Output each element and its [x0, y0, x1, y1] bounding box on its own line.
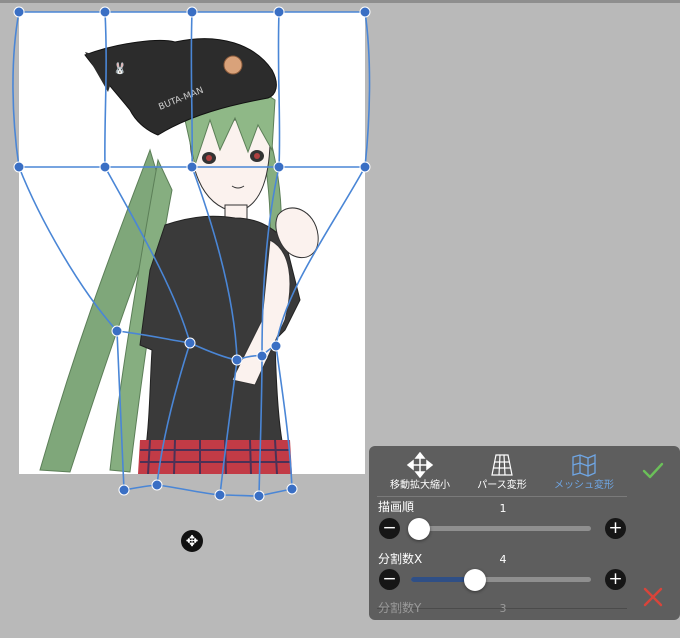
- divisions-x-increment-button[interactable]: +: [605, 569, 626, 590]
- tool-mesh[interactable]: メッシュ変形: [541, 452, 627, 496]
- tool-move-scale-label: 移動拡大縮小: [390, 480, 450, 491]
- confirm-button[interactable]: [640, 458, 666, 484]
- move-handle[interactable]: ✥: [181, 530, 203, 552]
- divisions-x-slider-track[interactable]: [411, 577, 591, 582]
- tool-perspective-label: パース変形: [477, 480, 527, 491]
- move-icon: ✥: [185, 532, 199, 550]
- mesh-map-icon: [572, 454, 596, 477]
- move-icon: [406, 452, 434, 478]
- cancel-button[interactable]: [640, 584, 666, 610]
- divisions-x-slider-thumb[interactable]: [464, 569, 486, 591]
- transform-panel: 移動拡大縮小 パース変形 メッシュ変形 描画順 1 − + 分割数X 4 − +…: [369, 446, 680, 620]
- tool-move-scale[interactable]: 移動拡大縮小: [377, 452, 463, 496]
- check-icon: [642, 462, 664, 479]
- svg-text:🐰: 🐰: [113, 62, 127, 75]
- minus-icon: −: [382, 518, 397, 538]
- plus-icon: +: [608, 569, 623, 589]
- transform-mode-toolbar: 移動拡大縮小 パース変形 メッシュ変形: [369, 452, 627, 496]
- plus-icon: +: [608, 518, 623, 538]
- divisions-y-label: 分割数Y: [378, 601, 422, 615]
- divisions-x-value: 4: [499, 553, 507, 566]
- draw-order-slider-track[interactable]: [411, 526, 591, 531]
- divisions-y-value: 3: [499, 602, 507, 615]
- divisions-x-decrement-button[interactable]: −: [379, 569, 400, 590]
- tool-perspective[interactable]: パース変形: [459, 452, 545, 496]
- draw-order-label: 描画順: [378, 500, 415, 514]
- draw-order-decrement-button[interactable]: −: [379, 518, 400, 539]
- minus-icon: −: [382, 569, 397, 589]
- perspective-grid-icon: [491, 454, 513, 476]
- draw-order-value: 1: [499, 502, 507, 515]
- divisions-x-label: 分割数X: [378, 552, 423, 566]
- close-icon: [643, 587, 663, 607]
- toolbar-divider: [377, 496, 627, 497]
- tool-mesh-label: メッシュ変形: [554, 480, 614, 491]
- draw-order-increment-button[interactable]: +: [605, 518, 626, 539]
- draw-order-slider-thumb[interactable]: [408, 518, 430, 540]
- divisions-y-row: 分割数Y 3: [369, 598, 680, 620]
